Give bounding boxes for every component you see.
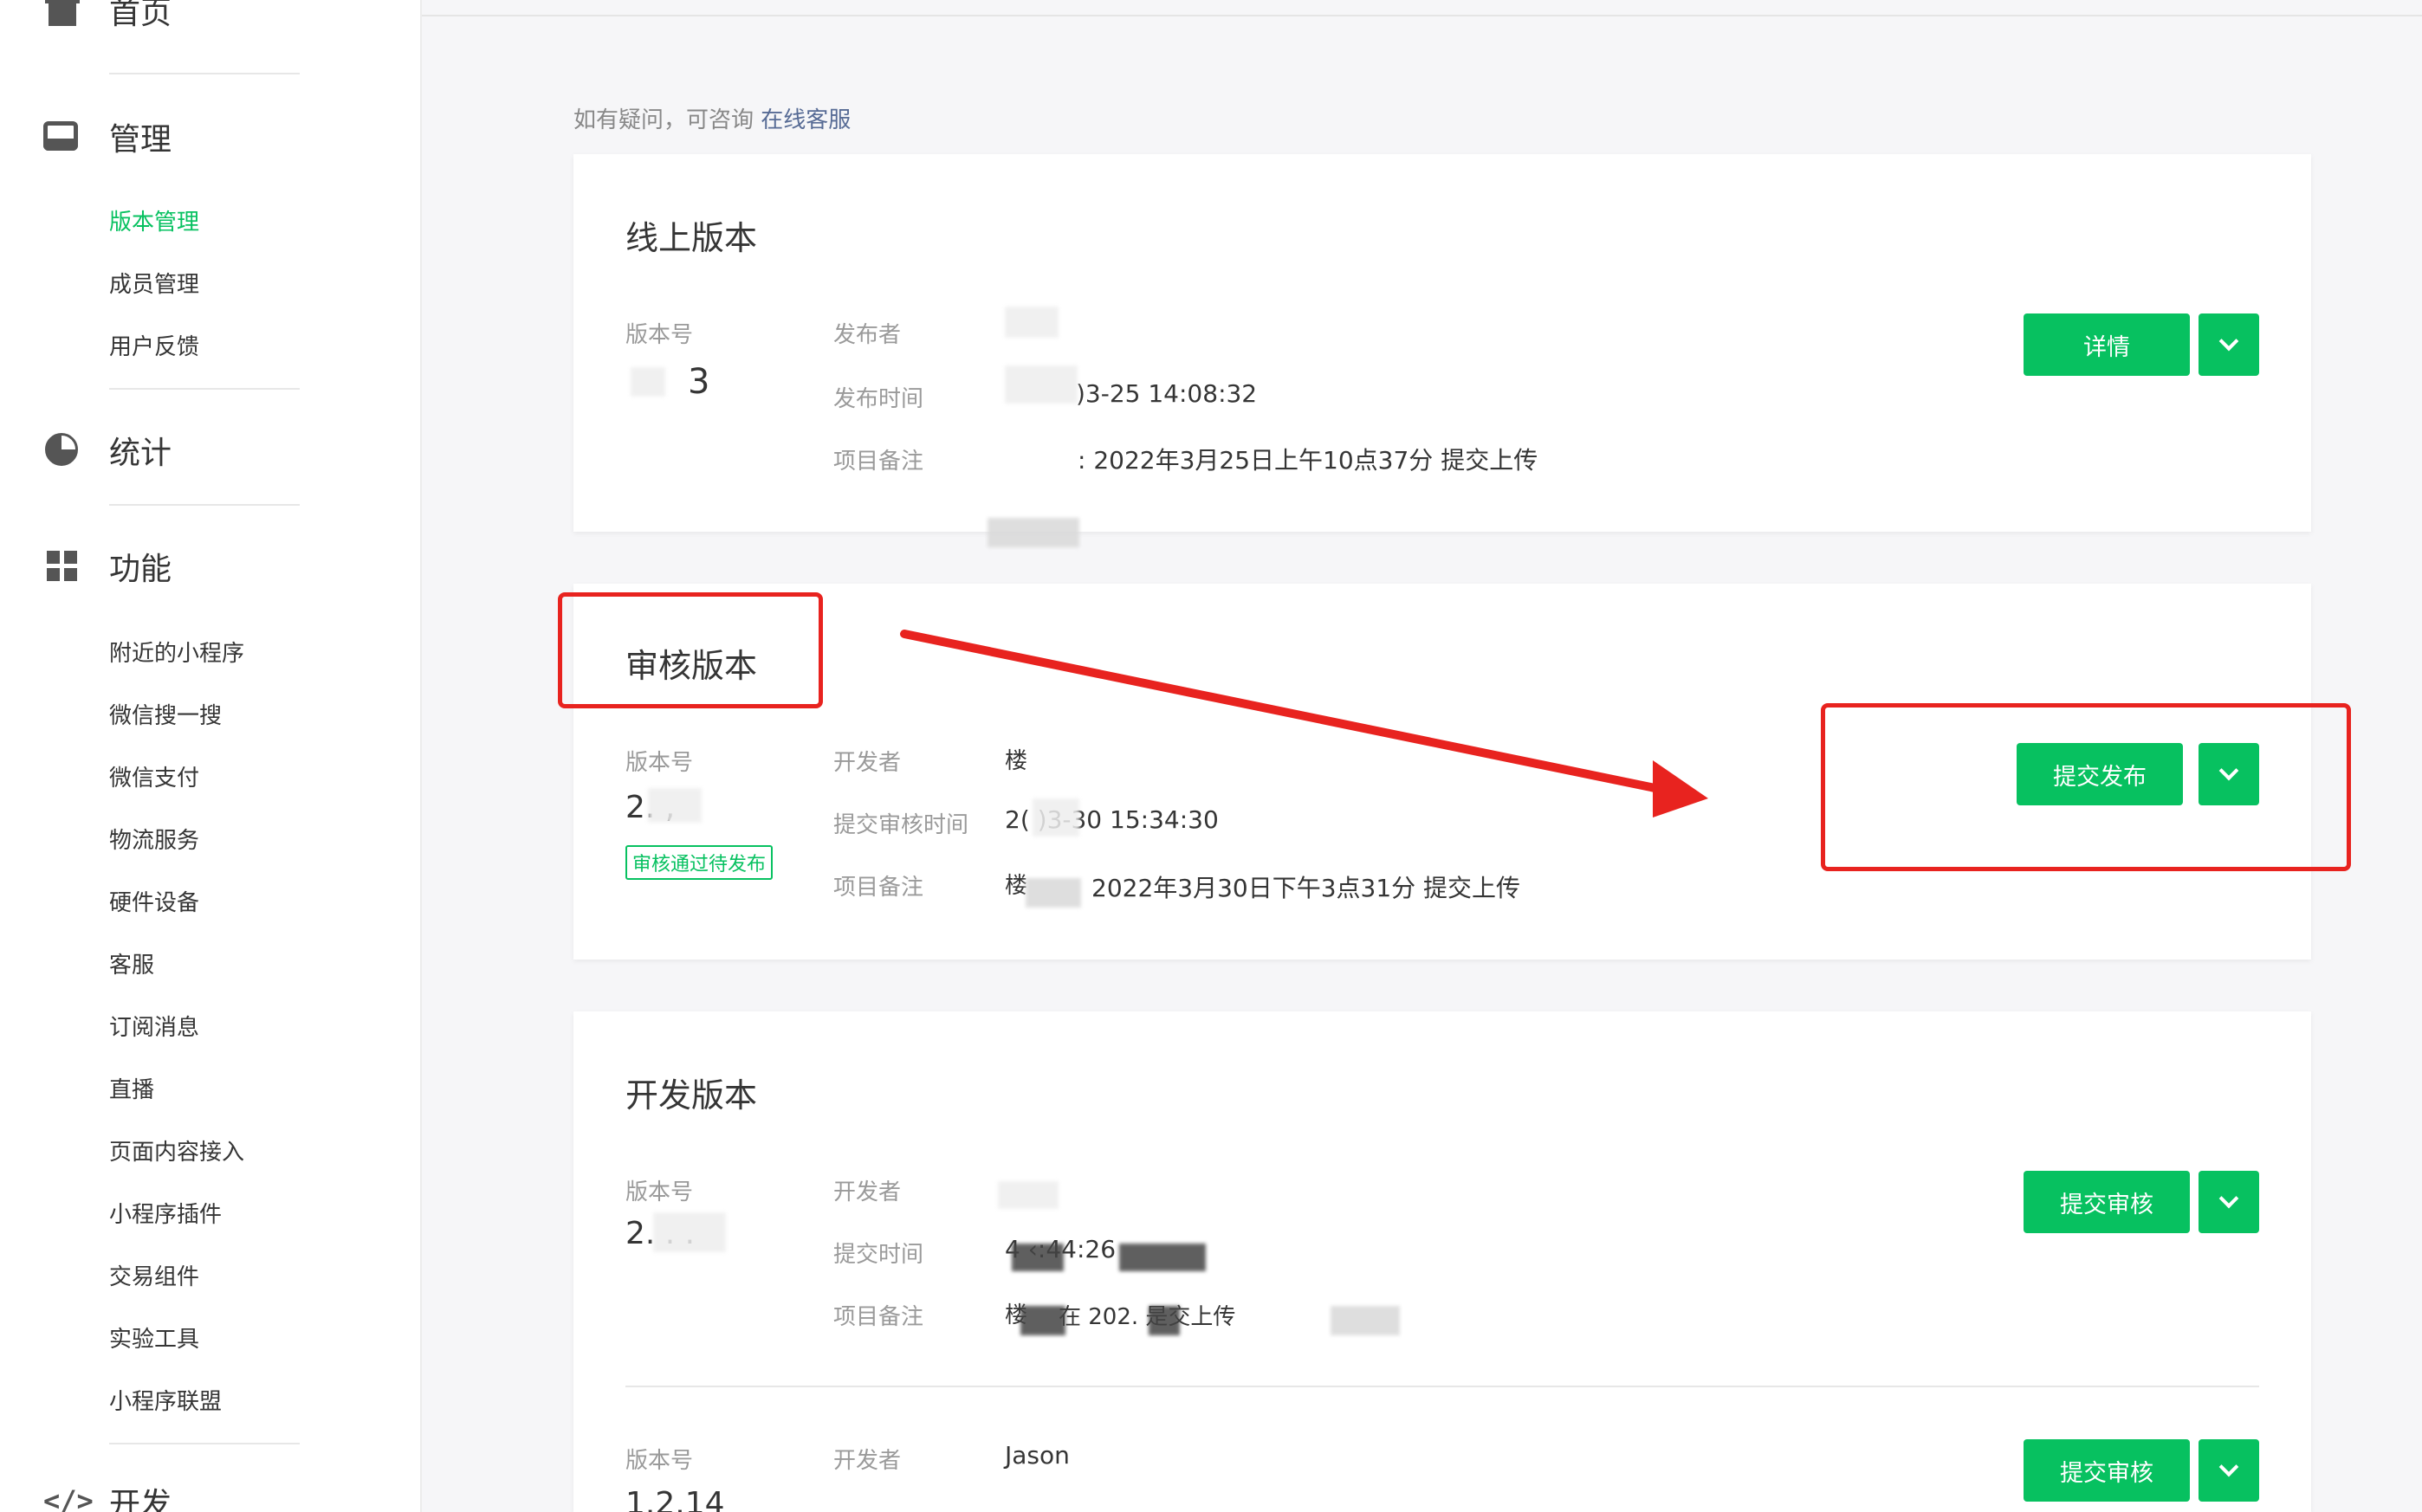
annotation-arrow [900, 630, 1708, 817]
